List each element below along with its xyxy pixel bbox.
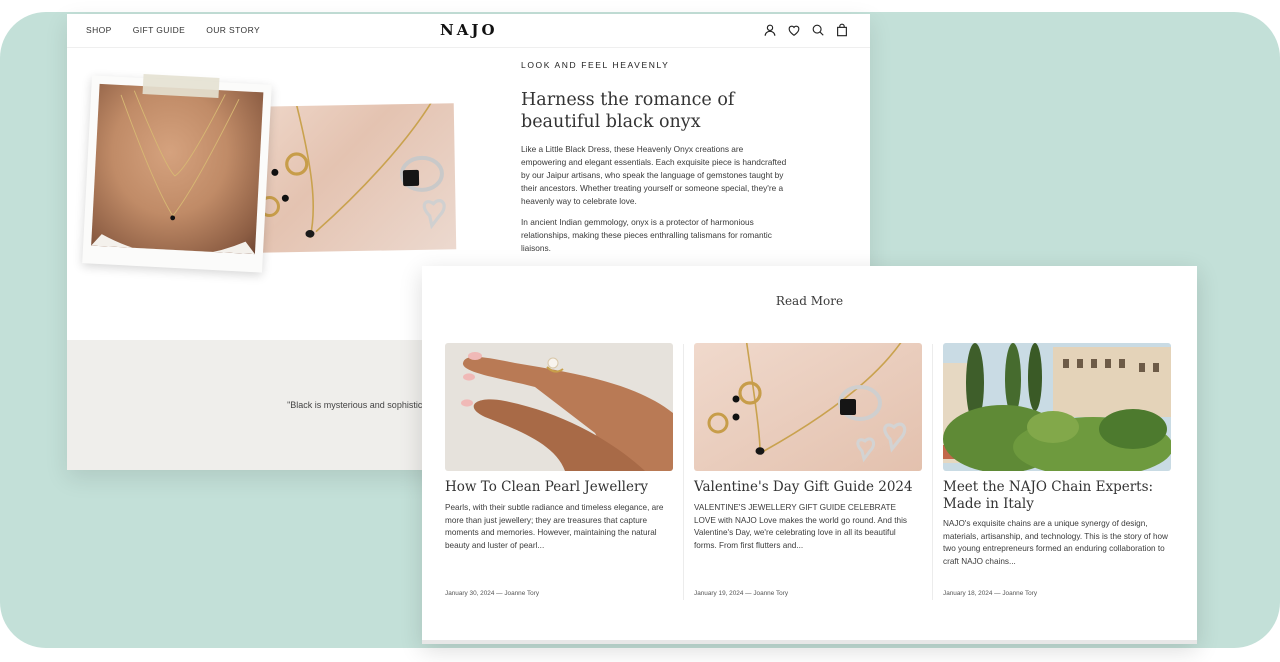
card-divider — [932, 344, 933, 600]
nav-gift-guide-link[interactable]: GIFT GUIDE — [133, 25, 186, 35]
najo-logo[interactable]: NAJO — [440, 21, 498, 39]
onyx-jewellery-flatlay-image — [255, 103, 457, 253]
search-icon[interactable] — [811, 23, 825, 37]
article-title[interactable]: How To Clean Pearl Jewellery — [445, 479, 673, 496]
pearl-ring-hands-image[interactable] — [445, 343, 673, 471]
article-meta: January 18, 2024 — Joanne Tory — [943, 590, 1038, 597]
article-excerpt: NAJO's exquisite chains are a unique syn… — [943, 519, 1168, 566]
card-divider — [683, 344, 684, 600]
article-excerpt: VALENTINE'S JEWELLERY GIFT GUIDE CELEBRA… — [694, 503, 907, 550]
feature-paragraph-2: In ancient Indian gemmology, onyx is a p… — [521, 217, 772, 253]
heart-icon[interactable] — [787, 23, 801, 37]
tape-decoration — [142, 74, 220, 98]
article-title[interactable]: Meet the NAJO Chain Experts: Made in Ita… — [943, 479, 1171, 513]
feature-headline: Harness the romance of beautiful black o… — [521, 90, 735, 132]
nav-shop-link[interactable]: SHOP — [86, 25, 112, 35]
article-meta: January 30, 2024 — Joanne Tory — [445, 590, 540, 597]
section-eyebrow: LOOK AND FEEL HEAVENLY — [521, 60, 670, 70]
article-excerpt: Pearls, with their subtle radiance and t… — [445, 503, 664, 550]
article-card-chain-experts[interactable]: Meet the NAJO Chain Experts: Made in Ita… — [943, 343, 1171, 601]
account-icon[interactable] — [763, 23, 777, 37]
article-meta: January 19, 2024 — Joanne Tory — [694, 590, 789, 597]
nav-our-story-link[interactable]: OUR STORY — [206, 25, 260, 35]
read-more-title: Read More — [775, 294, 844, 308]
article-title[interactable]: Valentine's Day Gift Guide 2024 — [694, 479, 922, 496]
top-navigation: SHOP GIFT GUIDE OUR STORY NAJO — [67, 14, 870, 48]
feature-paragraph-1: Like a Little Black Dress, these Heavenl… — [521, 144, 787, 206]
nav-links: SHOP GIFT GUIDE OUR STORY — [86, 25, 260, 35]
article-card-valentines[interactable]: Valentine's Day Gift Guide 2024 VALENTIN… — [694, 343, 922, 601]
nav-icons — [763, 23, 849, 37]
article-card-pearl[interactable]: How To Clean Pearl Jewellery Pearls, wit… — [445, 343, 673, 601]
bag-icon[interactable] — [835, 23, 849, 37]
italy-villa-landscape-image[interactable] — [943, 343, 1171, 471]
read-more-section: Read More How To Clean Pearl Jewellery P… — [422, 266, 1197, 644]
onyx-jewellery-image[interactable] — [694, 343, 922, 471]
necklace-model-photo — [82, 75, 272, 273]
